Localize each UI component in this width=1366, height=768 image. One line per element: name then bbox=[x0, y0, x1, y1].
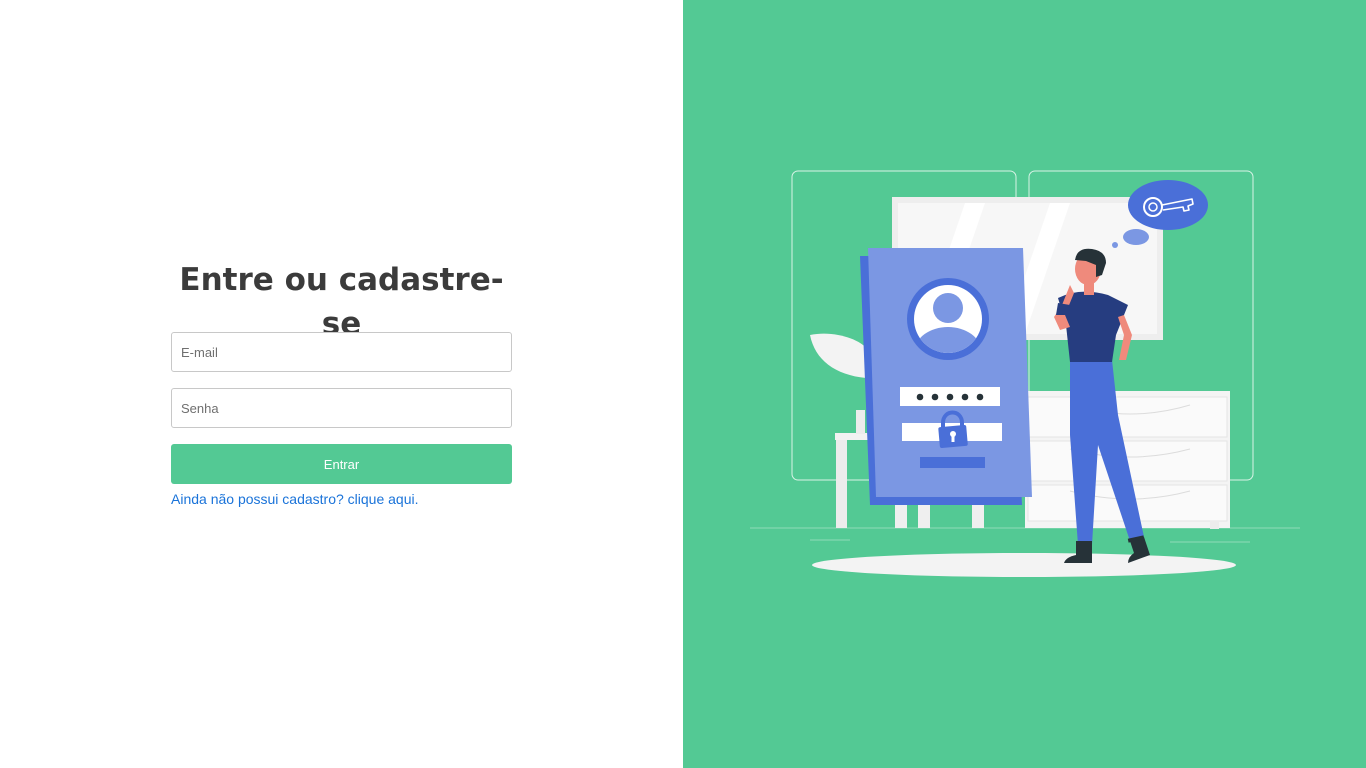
login-button[interactable]: Entrar bbox=[171, 444, 512, 484]
key-icon bbox=[1128, 180, 1208, 230]
password-field[interactable] bbox=[171, 388, 512, 428]
login-illustration bbox=[750, 170, 1300, 577]
login-panel: Entre ou cadastre-se Entrar Ainda não po… bbox=[0, 0, 683, 768]
floor-shadow bbox=[812, 553, 1236, 577]
thought-dot-small bbox=[1112, 242, 1118, 248]
card-button bbox=[920, 457, 985, 468]
thought-dot-medium bbox=[1123, 229, 1149, 245]
register-link[interactable]: Ainda não possui cadastro? clique aqui. bbox=[171, 490, 419, 508]
plant-leaf bbox=[810, 333, 866, 378]
email-field[interactable] bbox=[171, 332, 512, 372]
